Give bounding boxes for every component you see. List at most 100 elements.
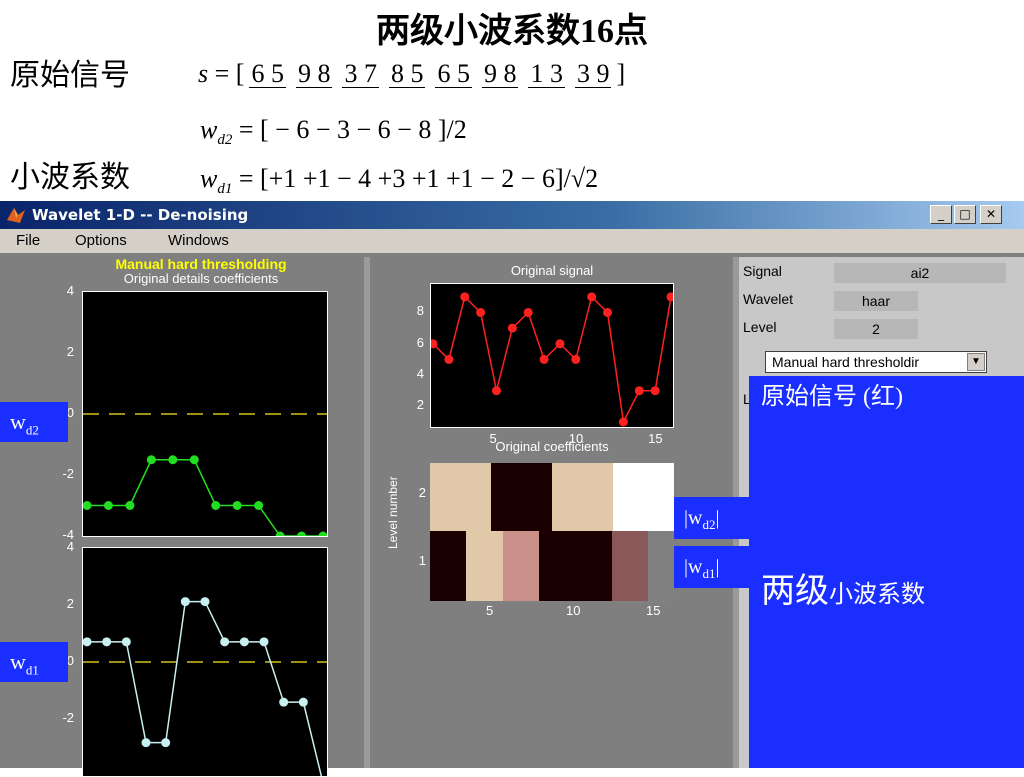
wd1-point (161, 738, 171, 748)
signal-yticks: 8 6 4 2 (398, 283, 426, 443)
signal-point (603, 307, 613, 317)
wd1-point (102, 637, 112, 647)
wd2-ytick: 2 (66, 344, 74, 359)
coefficients-plot[interactable] (430, 463, 674, 603)
wd2-point (211, 501, 221, 510)
wd1-tag-sub: d1 (25, 662, 39, 678)
wd2-values: = [ − 6 − 3 − 6 − 8 ]/2 (232, 115, 467, 144)
annotation-wd2: wd2 (0, 402, 68, 442)
threshold-method-dropdown[interactable]: Manual hard thresholdir ▼ (765, 351, 987, 373)
details-level1-plot[interactable] (82, 547, 328, 777)
blue-box-big-text: 两级 (761, 573, 829, 610)
signal-ytick: 8 (416, 303, 424, 319)
signal-point (444, 354, 454, 364)
s-pair-4: 8 5 (388, 59, 426, 88)
s-pair-8: 3 9 (574, 59, 612, 88)
window-title: Wavelet 1-D -- De-noising (32, 206, 249, 224)
coef-xtick: 10 (566, 603, 581, 618)
wd1-point (259, 637, 269, 647)
s-symbol: s (198, 59, 209, 88)
window-titlebar[interactable]: Wavelet 1-D -- De-noising _ □ ✕ (0, 201, 1024, 229)
annotation-blue-box: 原始信号 (红) 两级小波系数 (749, 376, 1024, 768)
wd1-values: = [+1 +1 − 4 +3 +1 +1 − 2 − 6] (232, 164, 564, 193)
maximize-button[interactable]: □ (954, 205, 976, 224)
coef-ytick-1: 1 (418, 553, 426, 568)
menu-file[interactable]: File (16, 232, 40, 250)
wd1-point (200, 597, 210, 607)
s-pair-5: 6 5 (435, 59, 472, 88)
signal-point (476, 307, 486, 317)
coef-xticks: 5 10 15 (430, 603, 674, 623)
dropdown-value: Manual hard thresholdir (772, 354, 920, 370)
wd1-ytick: 4 (66, 539, 74, 554)
wd1-ytick: -2 (62, 710, 74, 725)
wavelet-label: Wavelet (743, 291, 794, 307)
coef-level2-cell (552, 463, 613, 531)
signal-ytick: 4 (416, 366, 424, 382)
menu-windows[interactable]: Windows (168, 232, 229, 250)
coef-level1-row (430, 531, 648, 601)
coef-level2-cell (491, 463, 552, 531)
chevron-down-icon[interactable]: ▼ (967, 353, 985, 371)
wd2-point (318, 531, 327, 536)
signal-point (666, 292, 673, 302)
signal-value: ai2 (834, 263, 1006, 283)
wd1-point (180, 597, 190, 607)
coef-xtick: 15 (646, 603, 661, 618)
wd1-point (298, 697, 308, 707)
wd2-subscript: d2 (217, 132, 233, 149)
wd2-tag-sub: d2 (25, 422, 39, 438)
abs-wd2-pre: |w (684, 507, 703, 529)
wavelet-value: haar (834, 291, 918, 311)
coef-level2-cell (613, 463, 674, 531)
wd2-point (232, 501, 242, 510)
wd2-line (87, 459, 323, 536)
wd2-point (103, 501, 113, 510)
signal-point (555, 339, 565, 349)
annotation-wd1: wd1 (0, 642, 68, 682)
signal-point (618, 417, 628, 427)
signal-line (432, 295, 672, 425)
coef-level1-cell (466, 531, 503, 601)
wd1-point (239, 637, 249, 647)
wd2-point (125, 501, 135, 510)
close-button[interactable]: ✕ (980, 205, 1002, 224)
coef-level2-row (430, 463, 674, 531)
wd2-point (168, 455, 178, 465)
abs-wd1-pre: |w (684, 556, 703, 578)
menu-options[interactable]: Options (75, 232, 127, 250)
s-equals: = [ (208, 59, 245, 88)
wd2-tag-text: w (10, 409, 26, 434)
original-signal-svg (431, 292, 673, 427)
original-signal-plot[interactable] (430, 283, 674, 428)
signal-point (571, 354, 581, 364)
s-pair-7: 1 3 (528, 59, 565, 88)
coef-xtick: 5 (486, 603, 494, 618)
details-level1-svg (83, 597, 327, 776)
details-level2-plot[interactable] (82, 291, 328, 537)
abs-wd1-post: | (715, 556, 720, 578)
wd1-point (83, 637, 92, 647)
wd2-symbol: w (200, 115, 218, 144)
minimize-button[interactable]: _ (930, 205, 952, 224)
wavelet-coeffs-label: 小波系数 (10, 161, 130, 194)
s-equation: s = [6 59 83 78 56 59 81 33 9] (198, 57, 625, 91)
level-number-label: Level number (386, 476, 400, 549)
wd2-point (146, 455, 156, 465)
wd1-equation: wd1 = [+1 +1 − 4 +3 +1 +1 − 2 − 6]/√2 (200, 162, 598, 206)
wd1-subscript: d1 (217, 181, 233, 198)
signal-point (539, 354, 549, 364)
wd2-point (189, 455, 199, 465)
wd1-point (141, 738, 151, 748)
slide-title: 两级小波系数16点 (376, 13, 648, 50)
wd2-equation: wd2 = [ − 6 − 3 − 6 − 8 ]/2 (200, 113, 467, 157)
annotation-abs-wd2: |wd2| (674, 497, 749, 539)
coef-level1-cell (538, 531, 576, 601)
signal-point (650, 386, 660, 396)
panel-divider-left (364, 257, 370, 768)
signal-ytick: 2 (416, 397, 424, 413)
s-pairs: 6 5 9 8 3 7 8 5 6 5 9 8 1 3 3 9 (244, 59, 616, 88)
coef-level1-cell (611, 531, 648, 601)
annotation-abs-wd1: |wd1| (674, 546, 749, 588)
coef-level1-cell (430, 531, 467, 601)
